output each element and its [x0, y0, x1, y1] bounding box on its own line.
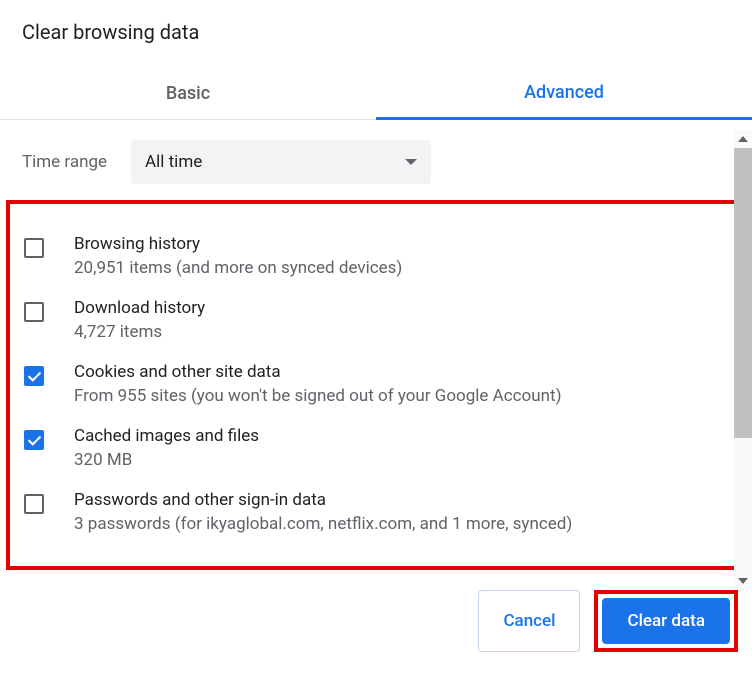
dialog-title: Clear browsing data: [0, 0, 752, 44]
item-title: Cookies and other site data: [74, 362, 562, 382]
chevron-down-icon: [405, 159, 417, 165]
checkbox-download-history[interactable]: [24, 302, 44, 322]
scrollbar[interactable]: [734, 130, 752, 590]
dialog-actions: Cancel Clear data: [0, 570, 752, 652]
item-title: Browsing history: [74, 234, 402, 254]
item-sub: 4,727 items: [74, 322, 205, 342]
item-sub: From 955 sites (you won't be signed out …: [74, 386, 562, 406]
scroll-down-icon[interactable]: [734, 572, 752, 590]
item-sub: 320 MB: [74, 450, 259, 470]
scroll-track[interactable]: [734, 438, 752, 572]
data-types-list: Browsing history 20,951 items (and more …: [6, 200, 744, 570]
item-title: Cached images and files: [74, 426, 259, 446]
clear-data-button[interactable]: Clear data: [602, 598, 730, 644]
list-item[interactable]: Browsing history 20,951 items (and more …: [20, 224, 730, 288]
list-item[interactable]: Download history 4,727 items: [20, 288, 730, 352]
annotation-highlight: Clear data: [594, 590, 738, 652]
tab-basic[interactable]: Basic: [0, 68, 376, 119]
item-sub: 3 passwords (for ikyaglobal.com, netflix…: [74, 514, 572, 534]
scroll-thumb[interactable]: [734, 148, 752, 438]
time-range-label: Time range: [22, 152, 107, 172]
list-item[interactable]: Passwords and other sign-in data 3 passw…: [20, 480, 730, 544]
list-item[interactable]: Cached images and files 320 MB: [20, 416, 730, 480]
tab-advanced[interactable]: Advanced: [376, 68, 752, 120]
checkbox-browsing-history[interactable]: [24, 238, 44, 258]
checkbox-cached[interactable]: [24, 430, 44, 450]
time-range-value: All time: [145, 152, 202, 172]
checkbox-cookies[interactable]: [24, 366, 44, 386]
checkbox-passwords[interactable]: [24, 494, 44, 514]
time-range-row: Time range All time: [0, 120, 752, 196]
time-range-select[interactable]: All time: [131, 140, 431, 184]
clear-browsing-data-dialog: Clear browsing data Basic Advanced Time …: [0, 0, 752, 652]
list-item[interactable]: Cookies and other site data From 955 sit…: [20, 352, 730, 416]
dialog-body: Time range All time Browsing history 20,…: [0, 120, 752, 570]
item-sub: 20,951 items (and more on synced devices…: [74, 258, 402, 278]
scroll-up-icon[interactable]: [734, 130, 752, 148]
item-title: Passwords and other sign-in data: [74, 490, 572, 510]
cancel-button[interactable]: Cancel: [478, 590, 580, 652]
tab-bar: Basic Advanced: [0, 68, 752, 120]
item-title: Download history: [74, 298, 205, 318]
